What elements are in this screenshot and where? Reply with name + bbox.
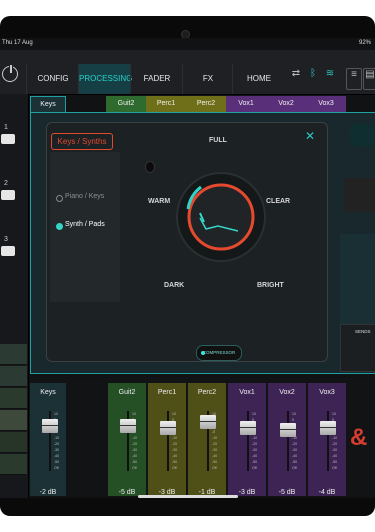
headphones-icon[interactable] — [350, 124, 374, 146]
fader-name: Vox1 — [239, 389, 255, 396]
modal-title: Keys / Synths — [51, 133, 113, 150]
tab-home[interactable]: HOME — [232, 64, 285, 94]
fader-handle[interactable] — [120, 419, 136, 433]
channel-tabs: Keys Guit2 Perc1 Perc2 Vox1 Vox2 Vox3 — [30, 96, 375, 113]
fader-scale: 1050-5-10-20-30-40-50Off — [332, 411, 337, 471]
screen: Thu 17 Aug 92% CONFIG PROCESSING FADER F… — [0, 38, 375, 498]
tab-fader[interactable]: FADER — [130, 64, 183, 94]
fader-track — [327, 411, 329, 471]
usb-icon[interactable]: ⇄ — [290, 68, 302, 88]
right-panel — [340, 234, 375, 324]
fader-strip-keys: Keys1050-5-10-20-30-40-50Off-2 dB — [30, 383, 66, 496]
tablet-frame: Thu 17 Aug 92% CONFIG PROCESSING FADER F… — [0, 16, 375, 516]
mini-channel-4[interactable] — [0, 410, 27, 431]
fader-handle[interactable] — [320, 421, 336, 435]
mini-channel-2[interactable] — [0, 366, 27, 387]
power-icon[interactable] — [2, 64, 18, 82]
fader-name: Vox3 — [319, 389, 335, 396]
small-knob[interactable] — [145, 161, 155, 173]
tab-config[interactable]: CONFIG — [26, 64, 79, 94]
fader-scale-mark: Off — [54, 466, 59, 470]
close-icon[interactable]: ✕ — [305, 129, 315, 143]
channel-number-1: 1 — [4, 124, 8, 131]
fader-name: Vox2 — [279, 389, 295, 396]
fader-scale: 1050-5-10-20-30-40-50Off — [252, 411, 257, 471]
channel-number-3: 3 — [4, 236, 8, 243]
tab-channel-perc2[interactable]: Perc2 — [186, 96, 226, 112]
fader-scale-mark: Off — [132, 466, 137, 470]
fader-scale-mark: Off — [332, 466, 337, 470]
fader-track — [287, 411, 289, 471]
level-meter — [344, 178, 375, 212]
fader-scale: 1050-5-10-20-30-40-50Off — [172, 411, 177, 471]
top-navigation: CONFIG PROCESSING FADER FX HOME ⇄ ᛒ ≋ ≡ … — [0, 50, 375, 95]
tab-fx[interactable]: FX — [182, 64, 233, 94]
fader-scale-mark: Off — [172, 466, 177, 470]
tab-processing[interactable]: PROCESSING — [78, 64, 132, 94]
fader-strip-guit2: Guit21050-5-10-20-30-40-50Off-5 dB — [108, 383, 146, 496]
tab-channel-vox3[interactable]: Vox3 — [306, 96, 346, 112]
radio-synth-pads[interactable] — [56, 223, 63, 230]
label-clear: CLEAR — [266, 198, 291, 205]
option-synth-pads[interactable]: Synth / Pads — [65, 221, 105, 228]
channel-number-2: 2 — [4, 180, 8, 187]
app-logo: & — [350, 424, 368, 451]
fader-handle[interactable] — [200, 415, 216, 429]
fader-name: Perc2 — [197, 389, 217, 396]
mini-channel-1[interactable] — [0, 344, 27, 365]
bluetooth-icon[interactable]: ᛒ — [307, 68, 319, 88]
fader-strip-vox1: Vox11050-5-10-20-30-40-50Off-3 dB — [228, 383, 266, 496]
fader-scale-mark: Off — [212, 466, 217, 470]
tab-channel-perc1[interactable]: Perc1 — [146, 96, 186, 112]
fader-db: -4 dB — [318, 489, 336, 496]
fader-handle[interactable] — [42, 419, 58, 433]
label-warm: WARM — [148, 198, 171, 205]
fader-track — [167, 411, 169, 471]
sends-panel[interactable]: SENDS — [340, 324, 375, 372]
channel-select-2[interactable] — [1, 190, 15, 200]
fader-scale-mark: Off — [292, 466, 297, 470]
mixer-icon[interactable]: ▤ — [363, 68, 375, 90]
mini-channel-5[interactable] — [0, 432, 27, 453]
fader-strip-vox2: Vox2 1050-5-10-20-30-40-50Off -5 dB — [268, 383, 306, 496]
sends-label: SENDS — [355, 329, 371, 334]
battery-level: 92% — [358, 40, 371, 46]
label-full: FULL — [209, 137, 227, 144]
compressor-button[interactable]: COMPRESSOR — [196, 345, 242, 361]
fader-strip-perc1: Perc11050-5-10-20-30-40-50Off-3 dB — [148, 383, 186, 496]
status-time: Thu 17 Aug — [2, 40, 33, 46]
fader-db: -2 dB — [39, 489, 57, 496]
left-channel-strip: 1 2 3 — [0, 94, 29, 498]
fader-db: -5 dB — [278, 489, 296, 496]
channel-select-3[interactable] — [1, 246, 15, 256]
fader-handle[interactable] — [240, 421, 256, 435]
fader-handle[interactable] — [160, 421, 176, 435]
fader-name: Keys — [40, 389, 56, 396]
device-bezel: Thu 17 Aug 92% CONFIG PROCESSING FADER F… — [0, 0, 375, 532]
mini-channel-6[interactable] — [0, 454, 27, 475]
menu-icon[interactable]: ≡ — [346, 68, 362, 90]
fader-name: Guit2 — [118, 389, 136, 396]
tone-knob[interactable] — [176, 151, 266, 281]
fader-handle[interactable] — [280, 423, 296, 437]
status-bar: Thu 17 Aug 92% — [0, 38, 375, 50]
fader-strip-vox3: Vox3 1050-5-10-20-30-40-50Off -4 dB — [308, 383, 346, 496]
fader-scale: 1050-5-10-20-30-40-50Off — [292, 411, 297, 471]
fader-name: Perc1 — [157, 389, 177, 396]
tab-channel-guit2[interactable]: Guit2 — [106, 96, 146, 112]
wifi-icon[interactable]: ≋ — [324, 68, 336, 88]
channel-select-1[interactable] — [1, 134, 15, 144]
fader-track — [247, 411, 249, 471]
home-indicator[interactable] — [138, 495, 238, 498]
label-dark: DARK — [164, 282, 185, 289]
tab-channel-keys[interactable]: Keys — [30, 96, 66, 113]
tab-channel-vox1[interactable]: Vox1 — [226, 96, 266, 112]
tab-channel-vox2[interactable]: Vox2 — [266, 96, 306, 112]
option-piano-keys[interactable]: Piano / Keys — [65, 193, 104, 200]
fader-scale-mark: Off — [252, 466, 257, 470]
label-bright: BRIGHT — [257, 282, 284, 289]
radio-piano-keys[interactable] — [56, 195, 63, 202]
fader-strip-perc2: Perc21050-5-10-20-30-40-50Off-1 dB — [188, 383, 226, 496]
mini-channel-3[interactable] — [0, 388, 27, 409]
